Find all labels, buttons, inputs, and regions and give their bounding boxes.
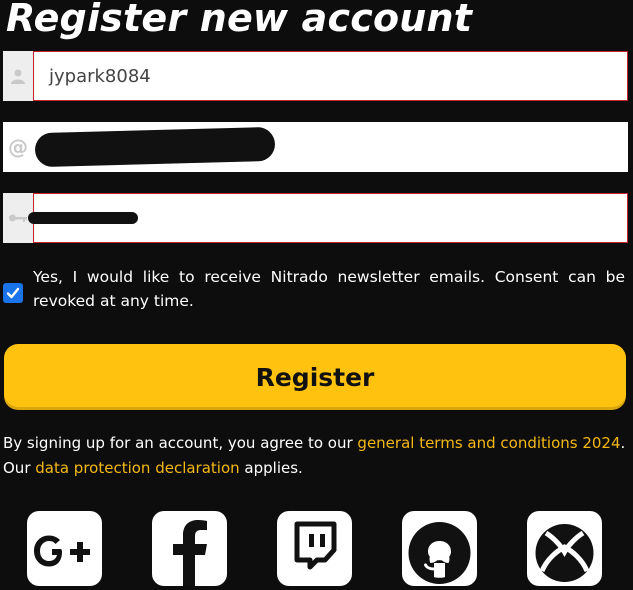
terms-text: By signing up for an account, you agree …	[3, 434, 358, 452]
github-icon	[408, 522, 471, 584]
terms-text: applies.	[239, 459, 303, 477]
privacy-link[interactable]: data protection declaration	[35, 459, 239, 477]
xbox-icon	[535, 524, 594, 582]
terms-link[interactable]: general terms and conditions 2024	[357, 434, 620, 452]
at-icon: @	[3, 122, 33, 172]
redaction-scribble	[28, 212, 138, 224]
user-icon	[3, 51, 33, 101]
username-value: jypark8084	[49, 66, 151, 87]
twitch-icon	[294, 521, 337, 570]
social-logins	[0, 511, 633, 590]
register-button[interactable]: Register	[4, 344, 626, 410]
redaction-scribble	[34, 126, 276, 168]
terms-notice: By signing up for an account, you agree …	[3, 431, 628, 481]
email-field[interactable]: @	[3, 122, 628, 172]
facebook-icon	[173, 520, 207, 586]
github-button[interactable]	[402, 511, 477, 586]
password-input[interactable]	[28, 193, 628, 243]
page-title: Register new account	[6, 0, 473, 40]
google-plus-button[interactable]	[27, 511, 102, 586]
facebook-button[interactable]	[152, 511, 227, 586]
twitch-button[interactable]	[277, 511, 352, 586]
xbox-button[interactable]	[527, 511, 602, 586]
username-input[interactable]: jypark8084	[33, 51, 628, 101]
consent-label: Yes, I would like to receive Nitrado new…	[33, 268, 625, 310]
google-plus-icon	[34, 535, 90, 567]
password-field[interactable]	[3, 193, 628, 243]
newsletter-checkbox[interactable]	[3, 283, 23, 303]
username-field[interactable]: jypark8084	[3, 51, 628, 101]
email-input[interactable]	[33, 122, 628, 172]
checkmark-icon	[6, 287, 20, 299]
